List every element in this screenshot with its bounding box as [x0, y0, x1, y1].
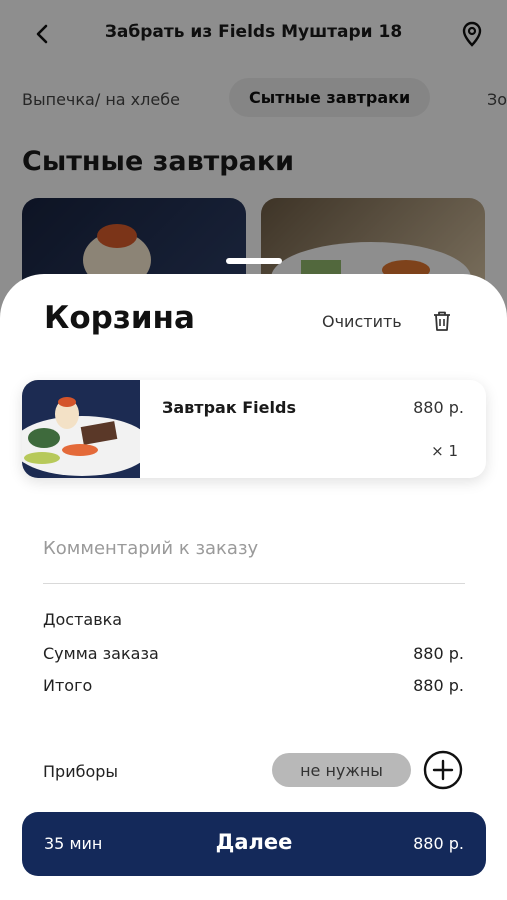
cutlery-label: Приборы: [43, 762, 119, 781]
sheet-drag-handle[interactable]: [226, 258, 282, 264]
order-sum-value: 880 р.: [413, 644, 464, 663]
item-price: 880 р.: [413, 398, 464, 417]
cutlery-toggle[interactable]: не нужны: [272, 753, 411, 787]
item-photo: [22, 380, 140, 478]
order-sum-label: Сумма заказа: [43, 644, 159, 663]
cta-price: 880 р.: [413, 834, 464, 853]
trash-icon[interactable]: [432, 310, 452, 332]
cart-item[interactable]: Завтрак Fields 880 р. × 1: [22, 380, 486, 478]
clear-cart-button[interactable]: Очистить: [322, 312, 402, 331]
total-label: Итого: [43, 676, 93, 695]
comment-underline: [43, 583, 465, 584]
item-quantity: × 1: [431, 442, 458, 460]
add-cutlery-icon[interactable]: [423, 750, 463, 790]
cart-sheet: [0, 274, 507, 900]
cart-title: Корзина: [44, 300, 195, 336]
total-value: 880 р.: [413, 676, 464, 695]
delivery-label: Доставка: [43, 610, 123, 629]
item-name: Завтрак Fields: [162, 398, 296, 417]
order-comment-input[interactable]: Комментарий к заказу: [43, 538, 258, 559]
next-button[interactable]: 35 мин Далее 880 р.: [22, 812, 486, 876]
